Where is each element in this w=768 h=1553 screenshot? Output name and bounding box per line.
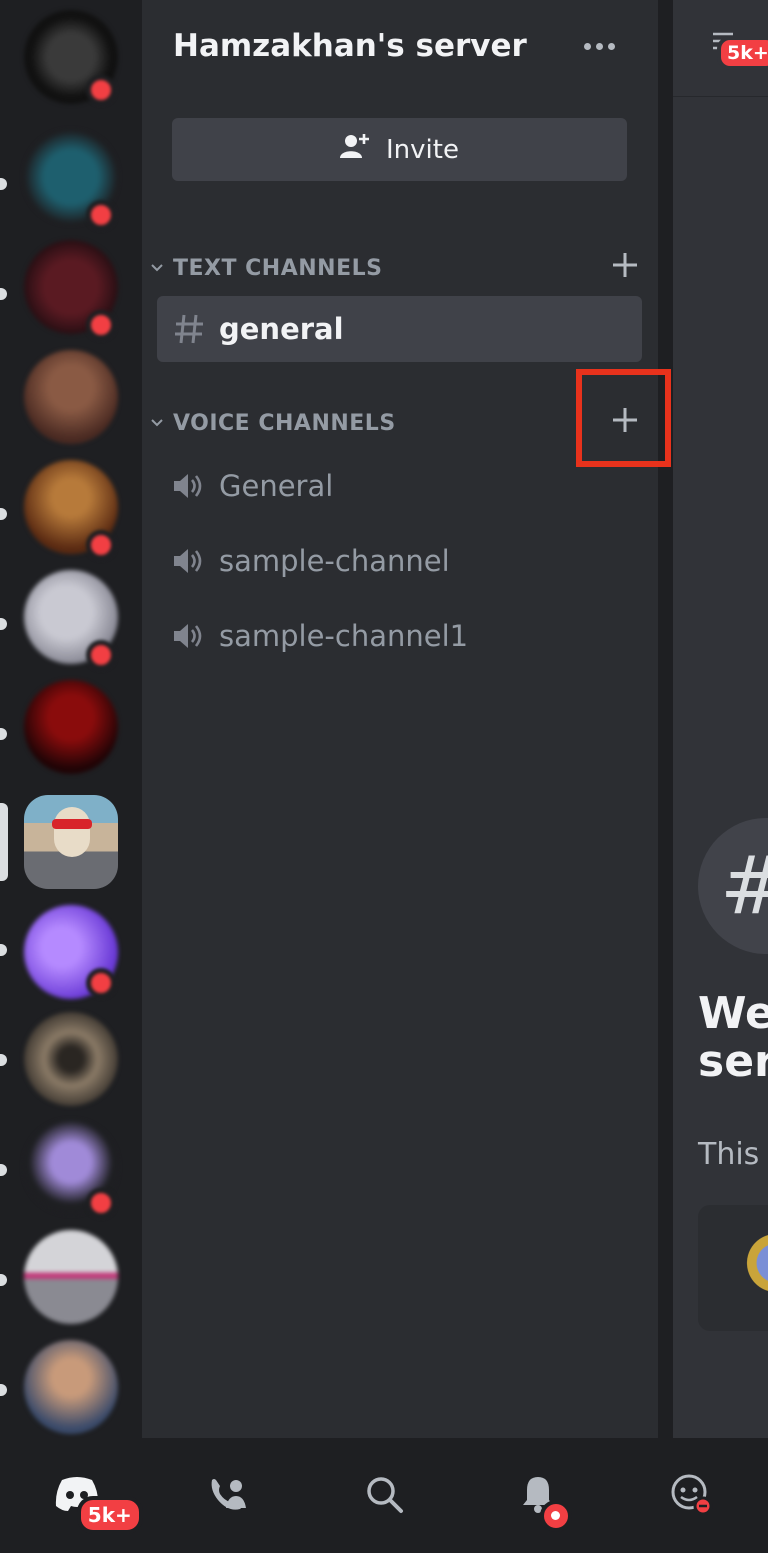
category-label: TEXT CHANNELS <box>173 255 383 281</box>
nav-search[interactable] <box>344 1456 424 1536</box>
nav-friends[interactable] <box>190 1456 270 1536</box>
server-icon[interactable] <box>24 350 118 444</box>
unread-indicator <box>0 178 7 190</box>
unread-indicator <box>0 728 7 740</box>
welcome-heading: We ser <box>698 988 768 1088</box>
server-icon[interactable] <box>24 680 118 774</box>
unread-indicator <box>0 618 7 630</box>
server-notification-badge <box>86 75 116 105</box>
invite-label: Invite <box>386 134 459 165</box>
welcome-line: We <box>698 988 768 1039</box>
unread-indicator <box>0 944 7 956</box>
server-notification-badge <box>86 968 116 998</box>
avatar-dog <box>54 807 90 857</box>
voice-channel-item[interactable]: sample-channel1 <box>157 603 642 669</box>
channel-name: sample-channel1 <box>219 619 469 653</box>
server-notification-badge <box>86 200 116 230</box>
highlight-box <box>576 369 671 467</box>
avatar-sunglasses <box>52 819 92 829</box>
add-person-icon <box>340 132 370 167</box>
nav-you[interactable] <box>651 1456 731 1536</box>
more-options-icon[interactable] <box>584 36 624 56</box>
unread-indicator <box>0 1274 7 1286</box>
unread-indicator <box>0 508 7 520</box>
channel-name: General <box>219 469 334 503</box>
chat-area-peek[interactable]: 5k+ # We ser This <box>673 0 768 1438</box>
search-icon <box>364 1474 404 1518</box>
server-notification-badge <box>86 1188 116 1218</box>
hash-icon <box>163 313 215 345</box>
category-label: VOICE CHANNELS <box>173 410 396 436</box>
channel-item-general[interactable]: general <box>157 296 642 362</box>
server-notification-badge <box>86 530 116 560</box>
nav-home[interactable]: 5k+ <box>37 1456 143 1536</box>
server-icon[interactable] <box>24 1340 118 1434</box>
server-rail <box>0 0 142 1438</box>
welcome-subtitle: This <box>698 1137 760 1172</box>
nav-notifications[interactable] <box>498 1456 578 1536</box>
voice-channel-item[interactable]: sample-channel <box>157 528 642 594</box>
invite-button[interactable]: Invite <box>172 118 627 181</box>
channel-name: sample-channel <box>219 544 450 578</box>
onboarding-card[interactable] <box>698 1205 768 1331</box>
unread-indicator <box>0 1164 7 1176</box>
profile-avatar-icon <box>669 1472 713 1520</box>
channel-hash-icon: # <box>698 818 768 954</box>
welcome-line: ser <box>698 1036 768 1088</box>
server-icon-selected[interactable] <box>24 795 118 889</box>
notification-dot-badge <box>539 1499 572 1532</box>
server-icon[interactable] <box>24 1230 118 1324</box>
plus-icon <box>613 253 637 277</box>
server-name[interactable]: Hamzakhan's server <box>173 28 527 64</box>
speaker-icon <box>163 546 215 576</box>
chevron-down-icon <box>150 264 164 272</box>
topbar-badge: 5k+ <box>717 36 768 70</box>
chevron-down-icon <box>150 419 164 427</box>
bottom-nav: 5k+ <box>0 1438 768 1553</box>
speaker-icon <box>163 621 215 651</box>
channel-panel: Hamzakhan's server Invite TEXT CHANNELS … <box>142 0 658 1438</box>
server-notification-badge <box>86 640 116 670</box>
friends-icon <box>208 1476 252 1516</box>
home-badge: 5k+ <box>76 1495 143 1534</box>
unread-indicator <box>0 288 7 300</box>
category-text-channels[interactable]: TEXT CHANNELS <box>150 253 640 283</box>
selected-server-indicator <box>0 803 8 881</box>
speaker-icon <box>163 471 215 501</box>
chat-topbar: 5k+ <box>673 0 768 96</box>
server-icon[interactable] <box>24 1012 118 1106</box>
add-text-channel-button[interactable] <box>605 245 645 285</box>
category-voice-channels[interactable]: VOICE CHANNELS <box>150 408 640 438</box>
unread-indicator <box>0 1054 7 1066</box>
unread-indicator <box>0 1384 7 1396</box>
server-notification-badge <box>86 310 116 340</box>
voice-channel-item[interactable]: General <box>157 453 642 519</box>
card-illustration <box>728 1235 768 1305</box>
channel-name: general <box>219 312 344 346</box>
